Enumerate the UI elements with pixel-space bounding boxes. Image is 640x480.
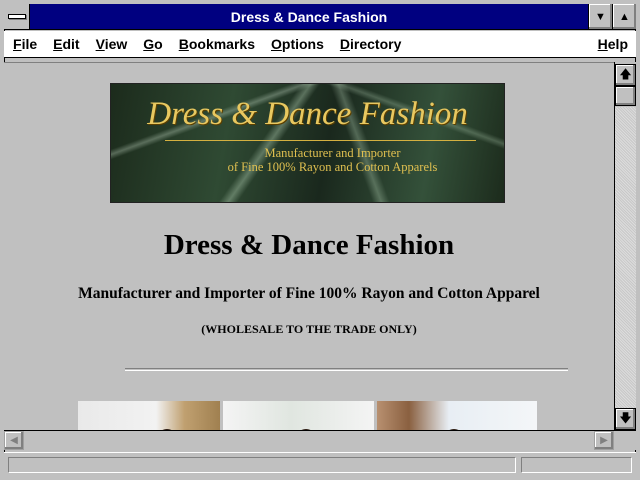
page-content: Dress & Dance Fashion Manufacturer and I… [4,62,614,430]
banner-rule [165,140,476,141]
scroll-right-button[interactable]: ▶ [594,431,614,450]
maximize-button[interactable]: ▲ [612,4,636,29]
menu-bookmarks[interactable]: Bookmarks [171,36,263,52]
menu-edit[interactable]: Edit [45,36,87,52]
banner-title: Dress & Dance Fashion [147,96,468,132]
menu-file[interactable]: File [4,36,45,52]
title-bar: Dress & Dance Fashion ▼ ▲ [4,4,636,30]
menu-view[interactable]: View [88,36,136,52]
scroll-left-button[interactable]: ◀ [4,431,24,450]
page-heading: Dress & Dance Fashion [163,229,455,261]
menu-options[interactable]: Options [263,36,332,52]
photo-2[interactable] [223,401,374,430]
photo-strip [78,401,537,430]
scroll-corner [614,431,636,450]
banner-image: Dress & Dance Fashion Manufacturer and I… [110,83,505,203]
vertical-scroll-track[interactable] [615,107,636,408]
progress-indicator [521,457,632,473]
menu-directory[interactable]: Directory [332,36,409,52]
system-menu-icon [7,14,26,19]
system-menu-button[interactable] [4,4,30,29]
vertical-scroll-thumb[interactable] [615,86,636,106]
horizontal-scrollbar[interactable]: ◀ ▶ [4,430,636,450]
window-title: Dress & Dance Fashion [230,8,388,25]
banner-subtitle-line1: Manufacturer and Importer [264,146,401,160]
wholesale-note: (WHOLESALE TO THE TRADE ONLY) [201,322,417,336]
minimize-button[interactable]: ▼ [588,4,612,29]
menu-bar: File Edit View Go Bookmarks Options Dire… [4,31,636,58]
scroll-down-button[interactable]: 🡇 [615,408,636,430]
page-subheading: Manufacturer and Importer of Fine 100% R… [78,285,540,302]
status-message [8,457,516,473]
scroll-up-button[interactable]: 🡅 [615,64,636,86]
status-bar [4,452,636,476]
banner-subtitle-line2: of Fine 100% Rayon and Cotton Apparels [227,160,438,174]
horizontal-rule [125,368,568,371]
horizontal-scroll-track[interactable] [24,431,594,450]
menu-help[interactable]: Help [590,36,636,52]
photo-1[interactable] [78,401,220,430]
photo-3[interactable] [377,401,537,430]
menu-go[interactable]: Go [135,36,170,52]
vertical-scrollbar[interactable]: 🡅 🡇 [614,62,636,430]
